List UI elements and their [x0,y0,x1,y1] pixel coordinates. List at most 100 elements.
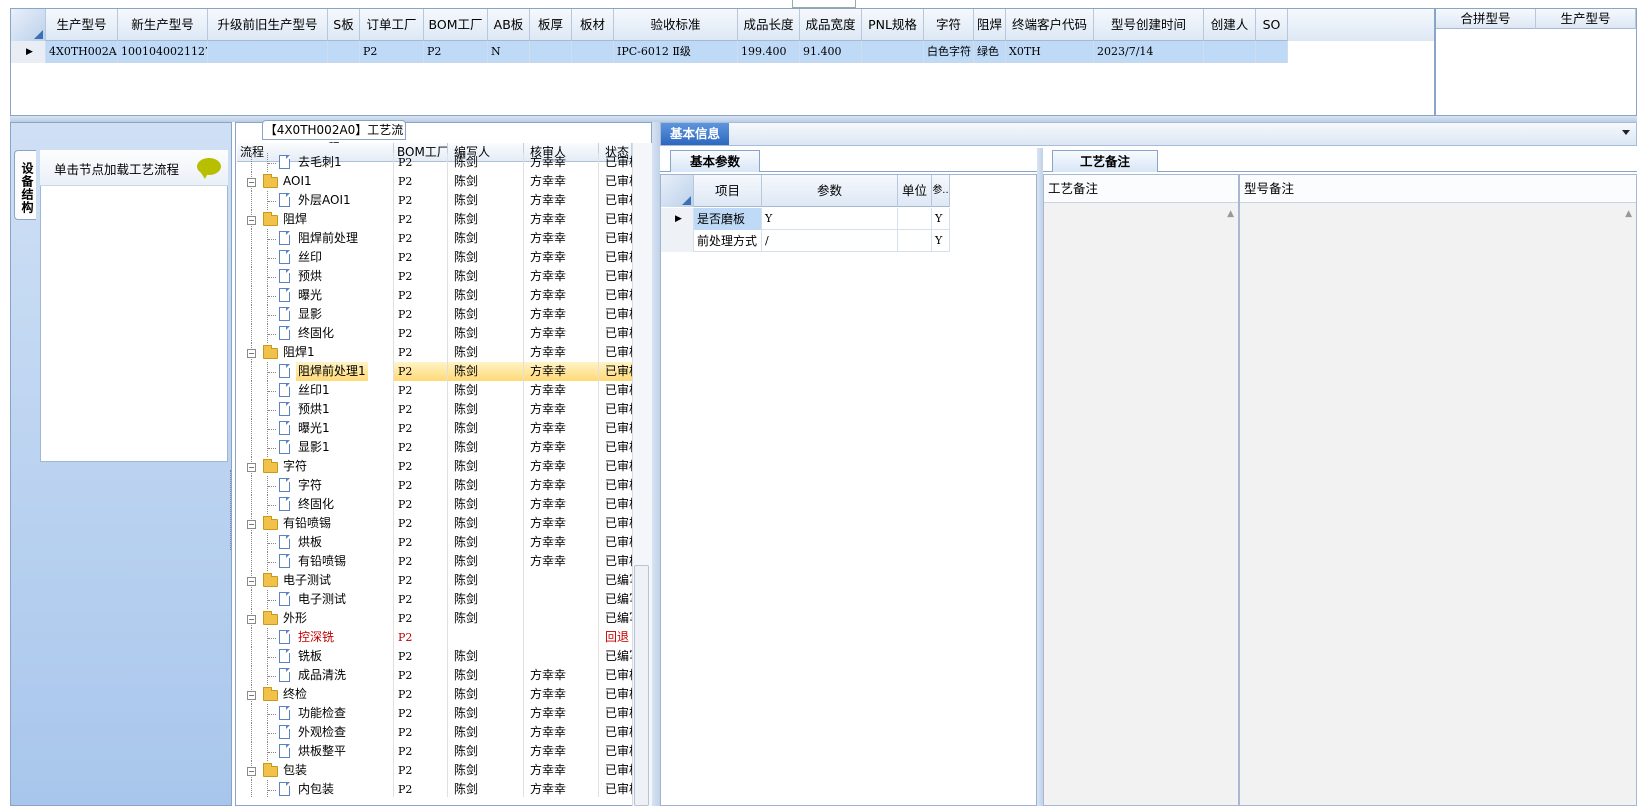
tree-node-label[interactable]: 终固化 [296,324,336,343]
tree-node-flow[interactable]: 烘板 [237,533,394,552]
tree-node[interactable]: 控深铣 P2 回退 [237,628,632,647]
top-col-header[interactable]: BOM工厂 [424,9,488,41]
collapse-icon[interactable]: − [247,577,256,586]
tree-node-status[interactable]: 已审核 [599,229,632,248]
tree-node-label[interactable]: 终固化 [296,495,336,514]
tree-node-writer[interactable]: 陈剑 [448,324,524,343]
tree-node-checker[interactable]: 方幸幸 [524,552,599,571]
tab-process-notes[interactable]: 工艺备注 [1052,150,1158,172]
tree-node-bom[interactable]: P2 [394,533,448,552]
tree-node-writer[interactable]: 陈剑 [448,248,524,267]
tree-node-writer[interactable]: 陈剑 [448,381,524,400]
tree-node-bom[interactable]: P2 [394,438,448,457]
top-col-header[interactable]: 订单工厂 [360,9,424,41]
tree-node-bom[interactable]: P2 [394,742,448,761]
tree-node-label[interactable]: 控深铣 [296,628,336,647]
tree-node-writer[interactable]: 陈剑 [448,495,524,514]
scroll-up-icon[interactable]: ▲ [1227,209,1234,219]
tree-node[interactable]: 预烘1 P2陈剑方幸幸已审核 [237,400,632,419]
top-cell[interactable] [1204,41,1256,63]
tree-node-bom[interactable]: P2 [394,495,448,514]
tree-node-writer[interactable]: 陈剑 [448,172,524,191]
top-cell[interactable] [208,41,328,63]
tree-node-status[interactable]: 已审核 [599,666,632,685]
tree-node-status[interactable]: 已审核 [599,324,632,343]
top-col-header[interactable]: 升级前旧生产型号 [208,9,328,41]
tree-node[interactable]: − 电子测试 P2陈剑 已编写 [237,571,632,590]
tree-node-writer[interactable]: 陈剑 [448,419,524,438]
tree-node[interactable]: − 有铅喷锡 P2陈剑方幸幸已审核 [237,514,632,533]
tree-node-flow[interactable]: − 字符 [237,457,394,476]
tree-node-status[interactable]: 已审核 [599,286,632,305]
tree-node-bom[interactable]: P2 [394,248,448,267]
tree-node-status[interactable]: 回退 [599,628,632,647]
tree-node-label[interactable]: 显影 [296,305,324,324]
tree-node[interactable]: 阻焊前处理1 P2陈剑方幸幸已审核 [237,362,632,381]
tree-node-label[interactable]: 预烘1 [296,400,332,419]
tree-node-status[interactable]: 已审核 [599,191,632,210]
tree-node-bom[interactable]: P2 [394,324,448,343]
tree-node-writer[interactable]: 陈剑 [448,647,524,666]
tree-node-flow[interactable]: − 外形 [237,609,394,628]
tree-node[interactable]: 丝印 P2陈剑方幸幸已审核 [237,248,632,267]
table-row[interactable]: ▶4X0TH002A010010400211273P2P2NIPC-6012 Ⅱ… [11,41,1288,63]
tree-node-bom[interactable]: P2 [394,381,448,400]
tree-node-checker[interactable]: 方幸幸 [524,495,599,514]
scrollbar-thumb[interactable] [634,565,649,806]
tree-node-status[interactable]: 已审核 [599,495,632,514]
table-row[interactable]: ▶ 是否磨板 Y Y [661,208,950,230]
tree-node[interactable]: 终固化 P2陈剑方幸幸已审核 [237,324,632,343]
tree-node-writer[interactable]: 陈剑 [448,305,524,324]
tree-node-writer[interactable]: 陈剑 [448,229,524,248]
tree-node-checker[interactable]: 方幸幸 [524,210,599,229]
tree-node-label[interactable]: 烘板 [296,533,324,552]
top-col-header[interactable]: 新生产型号 [118,9,208,41]
tree-node-label[interactable]: 丝印1 [296,381,332,400]
tree-node-flow[interactable]: 曝光1 [237,419,394,438]
tree-node[interactable]: 丝印1 P2陈剑方幸幸已审核 [237,381,632,400]
tree-node-writer[interactable] [448,628,524,647]
tree-node-status[interactable]: 已审核 [599,362,632,381]
tree-node-checker[interactable]: 方幸幸 [524,419,599,438]
tree-node-status[interactable]: 已审核 [599,172,632,191]
tree-node[interactable]: 内包装 P2陈剑方幸幸已审核 [237,780,632,797]
tree-node-bom[interactable]: P2 [394,267,448,286]
top-col-header[interactable]: PNL规格 [862,9,924,41]
top-cell[interactable] [1256,41,1288,63]
tree-node-flow[interactable]: 显影1 [237,438,394,457]
tree-node-bom[interactable]: P2 [394,476,448,495]
tree-node-status[interactable]: 已审核 [599,381,632,400]
tree-node-flow[interactable]: − 终检 [237,685,394,704]
top-cell[interactable]: 4X0TH002A0 [46,41,118,63]
tree-node-label[interactable]: 外形 [281,609,309,628]
top-cell[interactable] [328,41,360,63]
tree-node-bom[interactable]: P2 [394,153,448,172]
tree-node-checker[interactable] [524,590,599,609]
top-col-header[interactable]: 成品长度 [738,9,800,41]
tree-node-status[interactable]: 已审核 [599,419,632,438]
tree-node-status[interactable]: 已审核 [599,457,632,476]
tree-node-flow[interactable]: 终固化 [237,324,394,343]
tree-node-bom[interactable]: P2 [394,723,448,742]
tree-node[interactable]: − 阻焊1 P2陈剑方幸幸已审核 [237,343,632,362]
top-col-header[interactable]: 成品宽度 [800,9,862,41]
top-cell[interactable]: 91.400 [800,41,862,63]
tree-node-bom[interactable]: P2 [394,286,448,305]
tree-node-status[interactable]: 已编写 [599,609,632,628]
top-col-header[interactable]: 型号创建时间 [1094,9,1204,41]
tree-node[interactable]: − 字符 P2陈剑方幸幸已审核 [237,457,632,476]
tree-node[interactable]: 显影 P2陈剑方幸幸已审核 [237,305,632,324]
tab-basic-info[interactable]: 基本信息 [661,123,729,145]
tree-node-label[interactable]: 显影1 [296,438,332,457]
top-cell[interactable]: 199.400 [738,41,800,63]
tree-node[interactable]: − AOI1 P2陈剑方幸幸已审核 [237,172,632,191]
tree-node-status[interactable]: 已审核 [599,248,632,267]
tree-node-writer[interactable]: 陈剑 [448,723,524,742]
tree-node-bom[interactable]: P2 [394,191,448,210]
tab-equipment-structure[interactable]: 设备结构 [14,150,36,220]
tree-node-label[interactable]: 内包装 [296,780,336,797]
tree-node-label[interactable]: AOI1 [281,172,314,191]
tree-node-status[interactable]: 已审核 [599,780,632,797]
top-cell[interactable] [530,41,572,63]
tree-node-checker[interactable]: 方幸幸 [524,742,599,761]
